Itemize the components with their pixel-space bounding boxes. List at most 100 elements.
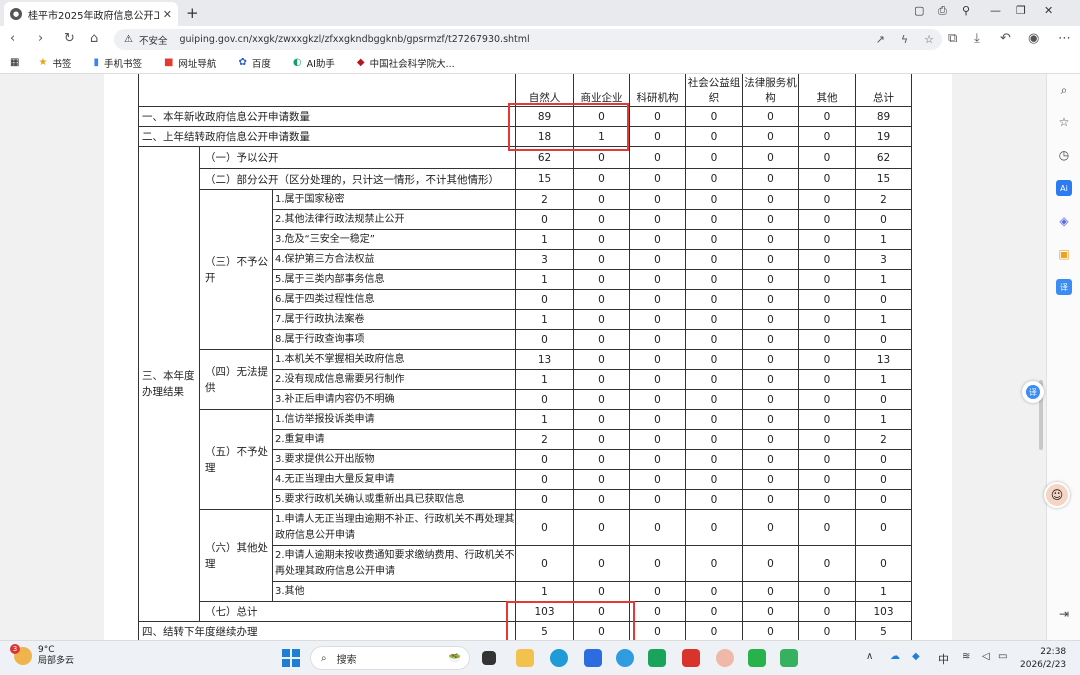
apps-grid-icon[interactable]: ▦ [10,57,24,68]
share-icon[interactable]: ↗ [876,33,885,46]
value-cell: 15 [515,168,574,190]
home-icon[interactable]: ⌂ [90,31,98,46]
download-icon[interactable]: ⤓ [974,31,980,46]
value-cell: 0 [685,545,743,582]
message-icon[interactable] [780,649,798,667]
item-label: 4.保护第三方合法权益 [272,249,516,270]
translate-bubble[interactable]: 译 [1022,381,1044,403]
game-icon[interactable]: ◈ [1056,213,1072,229]
cloud-icon[interactable]: ☁ [890,651,900,662]
value-cell: 19 [855,126,912,147]
bookmark-label: 百度 [251,58,271,70]
browser-tab[interactable]: ● 桂平市2025年政府信息公开工作... ✕ [4,2,178,26]
ai-icon[interactable]: Ai [1056,180,1072,196]
back-icon[interactable]: ‹ [10,31,15,46]
value-cell: 0 [629,269,686,290]
collapse-sidebar-icon[interactable]: ⇥ [1056,606,1072,622]
bookmark-item[interactable]: ★ 书签 [38,56,71,70]
value-cell: 0 [629,409,686,430]
avatar-app-icon[interactable] [716,649,734,667]
tab-actions-icon[interactable]: ▢ [914,4,924,17]
value-cell: 0 [855,289,912,310]
tray-expand-icon[interactable]: ∧ [866,651,873,662]
value-cell: 0 [798,449,856,470]
assistant-avatar[interactable]: ☺ [1044,482,1070,508]
search-icon[interactable]: ⌕ [1056,82,1072,98]
toolbox-icon[interactable]: ▣ [1056,246,1072,262]
wechat-icon[interactable] [748,649,766,667]
taskbar-search[interactable]: ⌕ 搜索 🥗 [310,646,470,670]
col-header: 科研机构 [629,74,686,107]
new-tab-button[interactable]: + [186,4,199,22]
store-icon[interactable] [584,649,602,667]
value-cell: 0 [855,489,912,510]
bookmark-item[interactable]: ✿ 百度 [238,56,270,70]
reload-icon[interactable]: ↻ [64,31,75,46]
close-window-button[interactable]: ✕ [1044,4,1053,17]
maximize-button[interactable]: ❐ [1016,4,1026,17]
bookmarks-bar: ▦ ★ 书签 ▮ 手机书签 ■ 网址导航 ✿ 百度 ◐ AI助手 ◆ 中国社会科学院大... [0,52,1080,74]
value-cell: 0 [798,545,856,582]
page-content: 自然人 商业企业 科研机构 社会公益组织 法律服务机构 其他 总计 一、本年新收… [0,74,1046,640]
item-label: 2.重复申请 [272,429,516,450]
close-tab-icon[interactable]: ✕ [163,8,172,21]
start-button[interactable] [282,649,300,667]
clock[interactable]: 22:38 2026/2/23 [1020,646,1066,672]
bookmark-item[interactable]: ◆ 中国社会科学院大... [357,56,455,70]
value-cell: 0 [742,168,799,190]
extensions-icon[interactable]: ⚲ [962,4,970,17]
star-bookmark-icon: ★ [38,57,48,68]
battery-icon[interactable]: ▭ [998,651,1007,662]
value-cell: 0 [798,126,856,147]
wifi-icon[interactable]: ≋ [962,651,970,662]
item-label: 3.危及“三安全一稳定” [272,229,516,250]
value-cell: 0 [573,269,630,290]
favorites-icon[interactable]: ☆ [1056,114,1072,130]
file-explorer-icon[interactable] [516,649,534,667]
chat-app-icon[interactable] [648,649,666,667]
value-cell: 0 [685,249,743,270]
bookmark-item[interactable]: ■ 网址导航 [164,56,216,70]
lightning-icon[interactable]: ϟ [901,33,908,46]
mobile-bookmark-icon: ▮ [93,57,99,68]
task-view-icon[interactable] [482,651,496,665]
bookmark-item[interactable]: ◐ AI助手 [293,56,335,70]
value-cell: 0 [798,601,856,622]
value-cell: 1 [515,309,574,330]
value-cell: 0 [573,369,630,390]
weather-widget[interactable]: 3 9°C 局部多云 [10,644,74,667]
extension-icon[interactable]: ⧉ [948,31,957,46]
tab-bar: ● 桂平市2025年政府信息公开工作... ✕ + ▢ ⎙ ⚲ — ❐ ✕ [0,0,1080,26]
value-cell: 0 [798,309,856,330]
address-bar[interactable]: ⚠ 不安全 guiping.gov.cn/xxgk/zwxxgkzl/zfxxg… [114,29,942,50]
translate-icon: 译 [1026,385,1040,399]
more-menu-icon[interactable]: ⋯ [1058,31,1071,46]
value-cell: 0 [798,168,856,190]
bookmark-item[interactable]: ▮ 手机书签 [93,56,142,70]
print-icon[interactable]: ⎙ [938,4,947,18]
minimize-button[interactable]: — [990,4,1001,17]
star-icon[interactable]: ☆ [924,33,934,46]
history-icon[interactable]: ◷ [1056,147,1072,163]
warning-icon: ⚠ [124,34,133,45]
value-cell: 0 [742,601,799,622]
volume-icon[interactable]: ◁ [982,651,990,662]
value-cell: 0 [573,581,630,602]
onedrive-icon[interactable]: ◆ [912,651,920,662]
forward-icon[interactable]: › [38,31,43,46]
item-label: 5.要求行政机关确认或重新出具已获取信息 [272,489,516,510]
edge-icon[interactable] [550,649,568,667]
wps-icon[interactable] [682,649,700,667]
profile-icon[interactable]: ◉ [1028,31,1039,46]
value-cell: 0 [855,209,912,230]
browser-icon[interactable] [616,649,634,667]
value-cell: 0 [855,329,912,350]
value-cell: 0 [742,309,799,330]
value-cell: 103 [855,601,912,622]
value-cell: 0 [573,229,630,250]
value-cell: 0 [685,621,743,640]
translate-sidebar-icon[interactable]: 译 [1056,279,1072,295]
ime-indicator[interactable]: 中 [938,651,949,667]
undo-icon[interactable]: ↶ [1000,31,1011,46]
value-cell: 0 [742,209,799,230]
